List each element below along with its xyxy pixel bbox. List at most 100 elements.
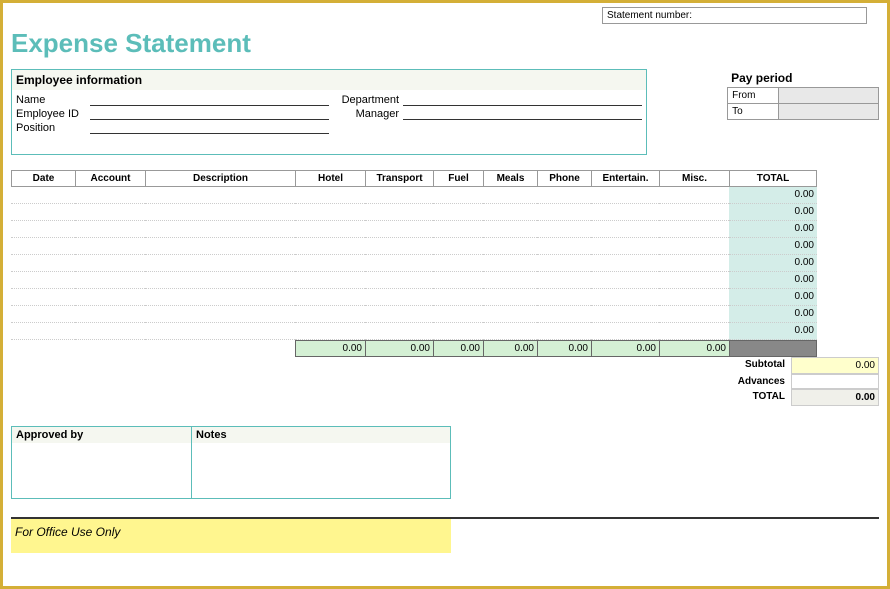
cell-transport[interactable] — [365, 204, 433, 221]
cell-fuel[interactable] — [433, 255, 483, 272]
table-row[interactable]: 0.00 — [11, 306, 879, 323]
cell-phone[interactable] — [537, 238, 591, 255]
table-row[interactable]: 0.00 — [11, 323, 879, 340]
cell-entertain[interactable] — [591, 221, 659, 238]
from-field[interactable] — [778, 88, 878, 103]
cell-description[interactable] — [145, 306, 295, 323]
table-row[interactable]: 0.00 — [11, 221, 879, 238]
cell-misc[interactable] — [659, 289, 729, 306]
employee-id-field[interactable] — [90, 108, 329, 120]
cell-entertain[interactable] — [591, 187, 659, 204]
cell-entertain[interactable] — [591, 255, 659, 272]
name-field[interactable] — [90, 94, 329, 106]
cell-description[interactable] — [145, 204, 295, 221]
cell-transport[interactable] — [365, 255, 433, 272]
cell-phone[interactable] — [537, 187, 591, 204]
cell-date[interactable] — [11, 306, 75, 323]
cell-account[interactable] — [75, 306, 145, 323]
advances-value[interactable] — [791, 374, 879, 389]
cell-misc[interactable] — [659, 204, 729, 221]
cell-hotel[interactable] — [295, 204, 365, 221]
cell-date[interactable] — [11, 323, 75, 340]
cell-fuel[interactable] — [433, 272, 483, 289]
cell-meals[interactable] — [483, 323, 537, 340]
notes-field[interactable] — [192, 443, 450, 498]
table-row[interactable]: 0.00 — [11, 204, 879, 221]
cell-account[interactable] — [75, 221, 145, 238]
cell-phone[interactable] — [537, 306, 591, 323]
cell-meals[interactable] — [483, 187, 537, 204]
cell-meals[interactable] — [483, 255, 537, 272]
cell-transport[interactable] — [365, 306, 433, 323]
cell-misc[interactable] — [659, 187, 729, 204]
cell-date[interactable] — [11, 238, 75, 255]
cell-description[interactable] — [145, 255, 295, 272]
cell-date[interactable] — [11, 272, 75, 289]
cell-phone[interactable] — [537, 289, 591, 306]
approved-by-field[interactable] — [12, 443, 191, 498]
cell-account[interactable] — [75, 272, 145, 289]
cell-entertain[interactable] — [591, 323, 659, 340]
cell-transport[interactable] — [365, 187, 433, 204]
cell-misc[interactable] — [659, 221, 729, 238]
position-field[interactable] — [90, 122, 329, 134]
cell-fuel[interactable] — [433, 238, 483, 255]
cell-description[interactable] — [145, 221, 295, 238]
cell-fuel[interactable] — [433, 289, 483, 306]
cell-hotel[interactable] — [295, 255, 365, 272]
cell-meals[interactable] — [483, 272, 537, 289]
cell-hotel[interactable] — [295, 306, 365, 323]
cell-entertain[interactable] — [591, 306, 659, 323]
cell-hotel[interactable] — [295, 238, 365, 255]
cell-date[interactable] — [11, 255, 75, 272]
cell-fuel[interactable] — [433, 306, 483, 323]
cell-phone[interactable] — [537, 221, 591, 238]
cell-meals[interactable] — [483, 289, 537, 306]
cell-entertain[interactable] — [591, 238, 659, 255]
cell-account[interactable] — [75, 255, 145, 272]
cell-transport[interactable] — [365, 272, 433, 289]
table-row[interactable]: 0.00 — [11, 272, 879, 289]
cell-hotel[interactable] — [295, 272, 365, 289]
cell-account[interactable] — [75, 187, 145, 204]
cell-hotel[interactable] — [295, 221, 365, 238]
cell-date[interactable] — [11, 289, 75, 306]
table-row[interactable]: 0.00 — [11, 238, 879, 255]
cell-transport[interactable] — [365, 289, 433, 306]
cell-meals[interactable] — [483, 306, 537, 323]
cell-misc[interactable] — [659, 255, 729, 272]
cell-account[interactable] — [75, 323, 145, 340]
cell-fuel[interactable] — [433, 204, 483, 221]
cell-misc[interactable] — [659, 272, 729, 289]
table-row[interactable]: 0.00 — [11, 255, 879, 272]
cell-misc[interactable] — [659, 238, 729, 255]
cell-hotel[interactable] — [295, 323, 365, 340]
cell-date[interactable] — [11, 204, 75, 221]
cell-fuel[interactable] — [433, 323, 483, 340]
table-row[interactable]: 0.00 — [11, 187, 879, 204]
cell-misc[interactable] — [659, 323, 729, 340]
cell-entertain[interactable] — [591, 272, 659, 289]
cell-hotel[interactable] — [295, 289, 365, 306]
cell-transport[interactable] — [365, 323, 433, 340]
cell-phone[interactable] — [537, 323, 591, 340]
cell-hotel[interactable] — [295, 187, 365, 204]
department-field[interactable] — [403, 94, 642, 106]
cell-description[interactable] — [145, 187, 295, 204]
cell-date[interactable] — [11, 221, 75, 238]
cell-account[interactable] — [75, 204, 145, 221]
cell-account[interactable] — [75, 238, 145, 255]
cell-date[interactable] — [11, 187, 75, 204]
cell-fuel[interactable] — [433, 221, 483, 238]
cell-entertain[interactable] — [591, 289, 659, 306]
to-field[interactable] — [778, 104, 878, 119]
cell-meals[interactable] — [483, 221, 537, 238]
cell-meals[interactable] — [483, 238, 537, 255]
cell-transport[interactable] — [365, 238, 433, 255]
cell-fuel[interactable] — [433, 187, 483, 204]
cell-misc[interactable] — [659, 306, 729, 323]
table-row[interactable]: 0.00 — [11, 289, 879, 306]
cell-transport[interactable] — [365, 221, 433, 238]
cell-phone[interactable] — [537, 272, 591, 289]
cell-description[interactable] — [145, 272, 295, 289]
